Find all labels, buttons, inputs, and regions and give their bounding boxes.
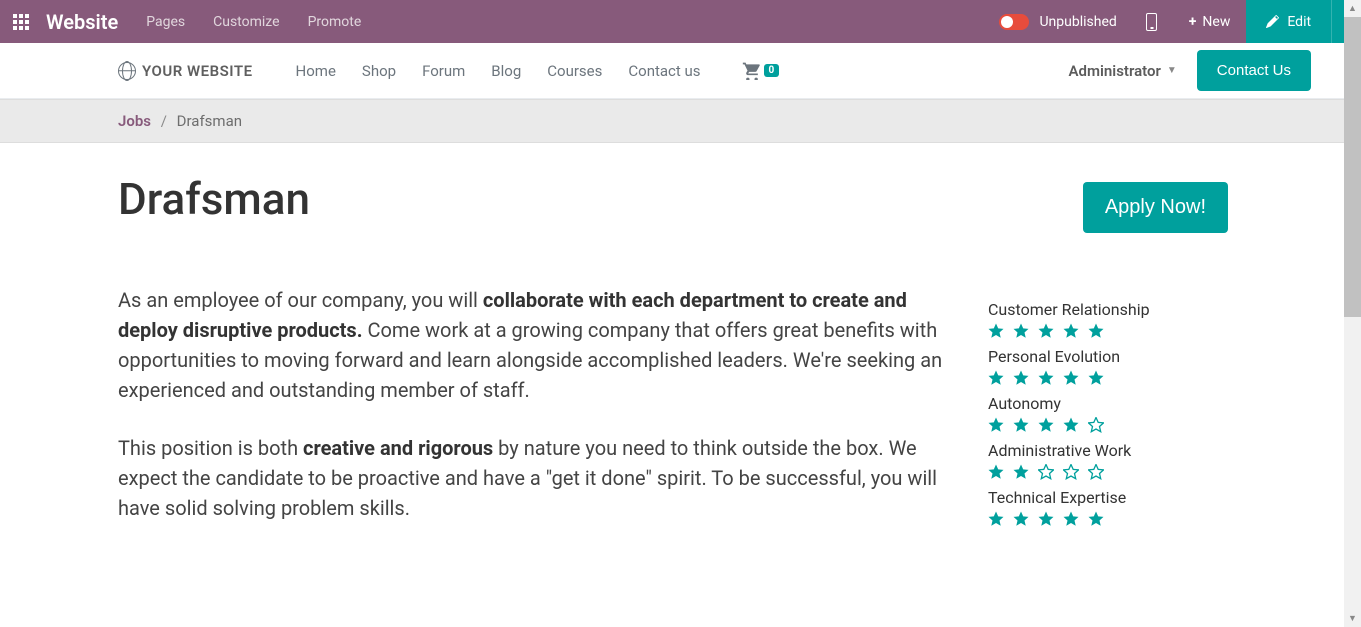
star-filled-icon [1088, 511, 1104, 527]
nav-blog[interactable]: Blog [478, 62, 534, 80]
rating-item: Customer Relationship [988, 300, 1228, 339]
star-filled-icon [1013, 417, 1029, 433]
scrollbar-thumb[interactable] [1344, 17, 1361, 317]
desc-p2-b: creative and rigorous [303, 436, 493, 460]
new-label: New [1202, 14, 1230, 30]
star-filled-icon [988, 417, 1004, 433]
topmenu-pages[interactable]: Pages [132, 0, 199, 43]
rating-stars[interactable] [988, 417, 1228, 433]
star-filled-icon [1088, 323, 1104, 339]
rating-stars[interactable] [988, 511, 1228, 527]
rating-label: Autonomy [988, 394, 1228, 413]
rating-item: Personal Evolution [988, 347, 1228, 386]
star-empty-icon [1063, 464, 1079, 480]
mobile-preview-button[interactable] [1131, 13, 1173, 31]
cart-icon [742, 62, 762, 80]
topmenu-customize[interactable]: Customize [199, 0, 293, 43]
edit-button[interactable]: Edit [1246, 0, 1331, 43]
rating-item: Technical Expertise [988, 488, 1228, 527]
chevron-down-icon: ▼ [1167, 65, 1177, 76]
breadcrumb-link-jobs[interactable]: Jobs [118, 112, 151, 130]
star-filled-icon [988, 511, 1004, 527]
desc-p1-a: As an employee of our company, you will [118, 288, 483, 312]
toggle-switch-icon [999, 14, 1029, 30]
contact-us-button[interactable]: Contact Us [1197, 50, 1311, 91]
brand-title[interactable]: Website [42, 10, 132, 34]
star-filled-icon [1038, 417, 1054, 433]
scrollbar[interactable]: ▲ ▼ [1344, 0, 1361, 627]
apply-now-button[interactable]: Apply Now! [1083, 182, 1228, 233]
rating-item: Administrative Work [988, 441, 1228, 480]
star-filled-icon [1038, 370, 1054, 386]
star-filled-icon [1013, 464, 1029, 480]
star-filled-icon [1063, 511, 1079, 527]
star-filled-icon [1013, 323, 1029, 339]
job-title: Drafsman [118, 173, 943, 225]
user-label: Administrator [1069, 62, 1161, 80]
rating-label: Customer Relationship [988, 300, 1228, 319]
star-filled-icon [1013, 370, 1029, 386]
nav-forum[interactable]: Forum [409, 62, 478, 80]
pencil-icon [1266, 15, 1279, 28]
star-filled-icon [988, 370, 1004, 386]
breadcrumb-current: Drafsman [177, 112, 242, 130]
job-description: As an employee of our company, you will … [118, 285, 943, 523]
breadcrumb-separator: / [161, 112, 167, 130]
new-button[interactable]: + New [1173, 0, 1247, 43]
star-filled-icon [988, 323, 1004, 339]
star-filled-icon [1038, 511, 1054, 527]
star-filled-icon [1038, 323, 1054, 339]
nav-courses[interactable]: Courses [534, 62, 615, 80]
breadcrumb: Jobs / Drafsman [118, 112, 1228, 130]
rating-stars[interactable] [988, 464, 1228, 480]
star-filled-icon [1013, 511, 1029, 527]
publish-label: Unpublished [1039, 14, 1116, 30]
star-filled-icon [1088, 370, 1104, 386]
apps-icon[interactable] [0, 14, 42, 30]
globe-icon [118, 62, 136, 80]
nav-shop[interactable]: Shop [349, 62, 409, 80]
rating-label: Personal Evolution [988, 347, 1228, 366]
star-filled-icon [1063, 370, 1079, 386]
mobile-icon [1146, 13, 1157, 31]
edit-label: Edit [1287, 14, 1311, 30]
topmenu-promote[interactable]: Promote [294, 0, 376, 43]
rating-item: Autonomy [988, 394, 1228, 433]
star-filled-icon [1063, 417, 1079, 433]
nav-contact[interactable]: Contact us [615, 62, 713, 80]
star-filled-icon [1063, 323, 1079, 339]
plus-icon: + [1189, 14, 1197, 30]
rating-label: Technical Expertise [988, 488, 1228, 507]
star-empty-icon [1038, 464, 1054, 480]
cart-button[interactable]: 0 [742, 62, 780, 80]
publish-toggle[interactable]: Unpublished [985, 14, 1130, 30]
cart-count-badge: 0 [764, 64, 780, 77]
rating-label: Administrative Work [988, 441, 1228, 460]
user-dropdown[interactable]: Administrator ▼ [1069, 62, 1177, 80]
scrollbar-up-icon[interactable]: ▲ [1344, 0, 1361, 17]
scrollbar-down-icon[interactable]: ▼ [1344, 610, 1361, 627]
desc-p2-a: This position is both [118, 436, 303, 460]
rating-stars[interactable] [988, 370, 1228, 386]
star-filled-icon [988, 464, 1004, 480]
star-empty-icon [1088, 417, 1104, 433]
site-logo[interactable]: YOUR WEBSITE [118, 62, 253, 80]
star-empty-icon [1088, 464, 1104, 480]
rating-stars[interactable] [988, 323, 1228, 339]
nav-home[interactable]: Home [283, 62, 349, 80]
logo-text: YOUR WEBSITE [142, 62, 253, 80]
